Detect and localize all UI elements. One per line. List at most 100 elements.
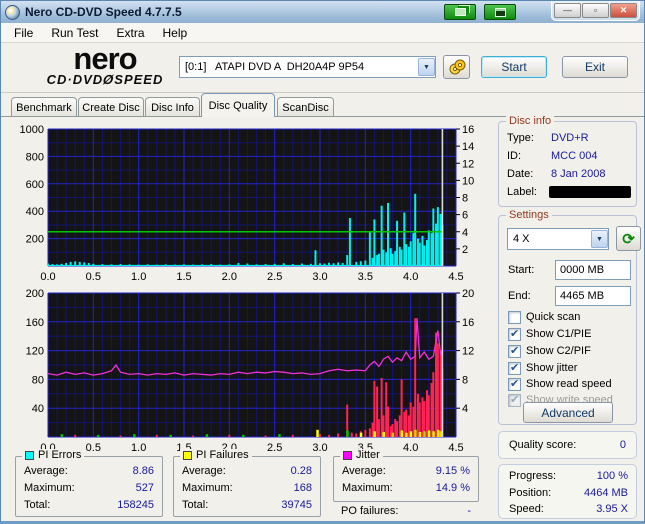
total-value: 39745 (281, 499, 312, 511)
avg-label: Average: (342, 465, 386, 477)
window-title: Nero CD-DVD Speed 4.7.7.5 (25, 5, 182, 19)
tab-disc-quality[interactable]: Disc Quality (201, 93, 275, 117)
minimize-button[interactable]: — (554, 3, 581, 18)
svg-text:400: 400 (26, 206, 44, 218)
svg-text:1.5: 1.5 (176, 271, 191, 283)
progress-panel: Progress: 100 % Position: 4464 MB Speed:… (498, 464, 637, 519)
tab-benchmark[interactable]: Benchmark (11, 97, 77, 117)
svg-text:8: 8 (462, 374, 468, 386)
refresh-icon: ⟳ (622, 230, 635, 248)
app-icon (5, 4, 20, 20)
checkbox-show-c1-pie[interactable]: Show C1/PIE (508, 327, 591, 341)
checkbox-icon (508, 361, 521, 375)
svg-text:3.0: 3.0 (312, 271, 327, 283)
svg-text:14: 14 (462, 141, 474, 153)
position-value: 4464 MB (583, 487, 628, 499)
tab-create-disc[interactable]: Create Disc (78, 97, 144, 117)
checkbox-icon (508, 393, 521, 407)
total-value: 158245 (117, 499, 154, 511)
type-value: DVD+R (551, 132, 589, 144)
max-label: Maximum: (342, 482, 393, 494)
date-label: Date: (507, 168, 534, 180)
end-input[interactable] (555, 286, 631, 306)
floppy-icon (494, 7, 506, 17)
max-label: Maximum: (182, 482, 233, 494)
menu-file[interactable]: File (5, 23, 42, 43)
speed-value: 3.95 X (596, 503, 628, 515)
disc-info-group: Disc info Type: DVD+R ID: MCC 004 Date: … (498, 115, 637, 207)
max-value: 14.9 % (435, 482, 470, 494)
chevron-down-icon[interactable]: ▼ (591, 230, 608, 248)
settings-title: Settings (506, 209, 552, 221)
advanced-button[interactable]: Advanced (523, 402, 613, 423)
exit-button[interactable]: Exit (562, 56, 628, 78)
svg-text:200: 200 (26, 234, 44, 246)
svg-text:1.0: 1.0 (131, 271, 146, 283)
svg-text:120: 120 (26, 346, 44, 358)
app-window: Nero CD-DVD Speed 4.7.7.5 — ▫ ✕ File Run… (0, 0, 645, 524)
svg-text:1.0: 1.0 (131, 442, 146, 454)
avg-label: Average: (24, 465, 68, 477)
eject-button[interactable] (443, 55, 470, 79)
menu-bar: File Run Test Extra Help (1, 23, 644, 43)
svg-text:80: 80 (32, 374, 44, 386)
start-button[interactable]: Start (481, 56, 547, 78)
chevron-down-icon[interactable]: ▼ (418, 58, 435, 76)
svg-text:40: 40 (32, 403, 44, 415)
save-button[interactable] (484, 4, 516, 20)
menu-run-test[interactable]: Run Test (42, 23, 107, 43)
svg-text:800: 800 (26, 151, 44, 163)
svg-text:2.0: 2.0 (222, 271, 237, 283)
quality-score-panel: Quality score: 0 (498, 431, 637, 459)
tab-scandisc[interactable]: ScanDisc (277, 97, 334, 117)
svg-text:12: 12 (462, 158, 474, 170)
tab-bar: Benchmark Create Disc Disc Info Disc Qua… (1, 93, 644, 117)
discs-icon (449, 59, 465, 75)
close-button[interactable]: ✕ (610, 3, 637, 18)
po-failures-label: PO failures: (341, 505, 399, 517)
refresh-speeds-button[interactable]: ⟳ (616, 226, 641, 251)
svg-text:4.5: 4.5 (448, 271, 463, 283)
checkbox-show-c2-pif[interactable]: Show C2/PIF (508, 344, 591, 358)
quality-score-value: 0 (619, 439, 626, 451)
max-value: 527 (135, 482, 154, 494)
pi-failures-title: PI Failures (196, 449, 249, 461)
id-label: ID: (507, 150, 522, 162)
window-controls: — ▫ ✕ (551, 1, 640, 21)
svg-text:2.5: 2.5 (267, 442, 282, 454)
svg-text:3.0: 3.0 (312, 442, 327, 454)
svg-text:4.0: 4.0 (403, 442, 418, 454)
menu-extra[interactable]: Extra (107, 23, 153, 43)
checkbox-icon (508, 377, 521, 391)
speed-select[interactable]: 4 X ▼ (507, 228, 609, 250)
menu-help[interactable]: Help (154, 23, 197, 43)
start-input[interactable] (555, 260, 631, 280)
maximize-button[interactable]: ▫ (582, 3, 609, 18)
drive-select-value: [0:1] ATAPI DVD A DH20A4P 9P54 (185, 61, 365, 73)
tab-disc-info[interactable]: Disc Info (145, 97, 200, 117)
checkbox-icon (508, 344, 521, 358)
logo-cdvdspeed-text: CD·DVDØSPEED (46, 72, 164, 87)
progress-value: 100 % (596, 470, 628, 482)
svg-text:2: 2 (462, 244, 468, 256)
disc-info-title: Disc info (506, 115, 555, 127)
jitter-box: Jitter Average: 9.15 % Maximum: 14.9 % (333, 449, 479, 502)
title-bar: Nero CD-DVD Speed 4.7.7.5 — ▫ ✕ (1, 1, 644, 23)
svg-text:160: 160 (26, 317, 44, 329)
checkbox-show-jitter[interactable]: Show jitter (508, 361, 577, 375)
svg-text:4.0: 4.0 (403, 271, 418, 283)
position-label: Position: (509, 487, 552, 499)
checkbox-quick-scan[interactable]: Quick scan (508, 310, 580, 324)
drive-select[interactable]: [0:1] ATAPI DVD A DH20A4P 9P54 ▼ (179, 56, 436, 78)
svg-text:8: 8 (462, 193, 468, 205)
svg-text:200: 200 (26, 288, 44, 300)
checkbox-show-read-speed[interactable]: Show read speed (508, 377, 612, 391)
screenshot-button[interactable] (444, 4, 476, 20)
avg-value: 8.86 (132, 465, 154, 477)
jitter-swatch-icon (343, 450, 352, 460)
nero-logo: nero CD·DVDØSPEED (31, 43, 179, 87)
svg-text:3.5: 3.5 (358, 271, 373, 283)
svg-text:600: 600 (26, 179, 44, 191)
svg-text:6: 6 (462, 210, 468, 222)
progress-label: Progress: (509, 470, 557, 482)
